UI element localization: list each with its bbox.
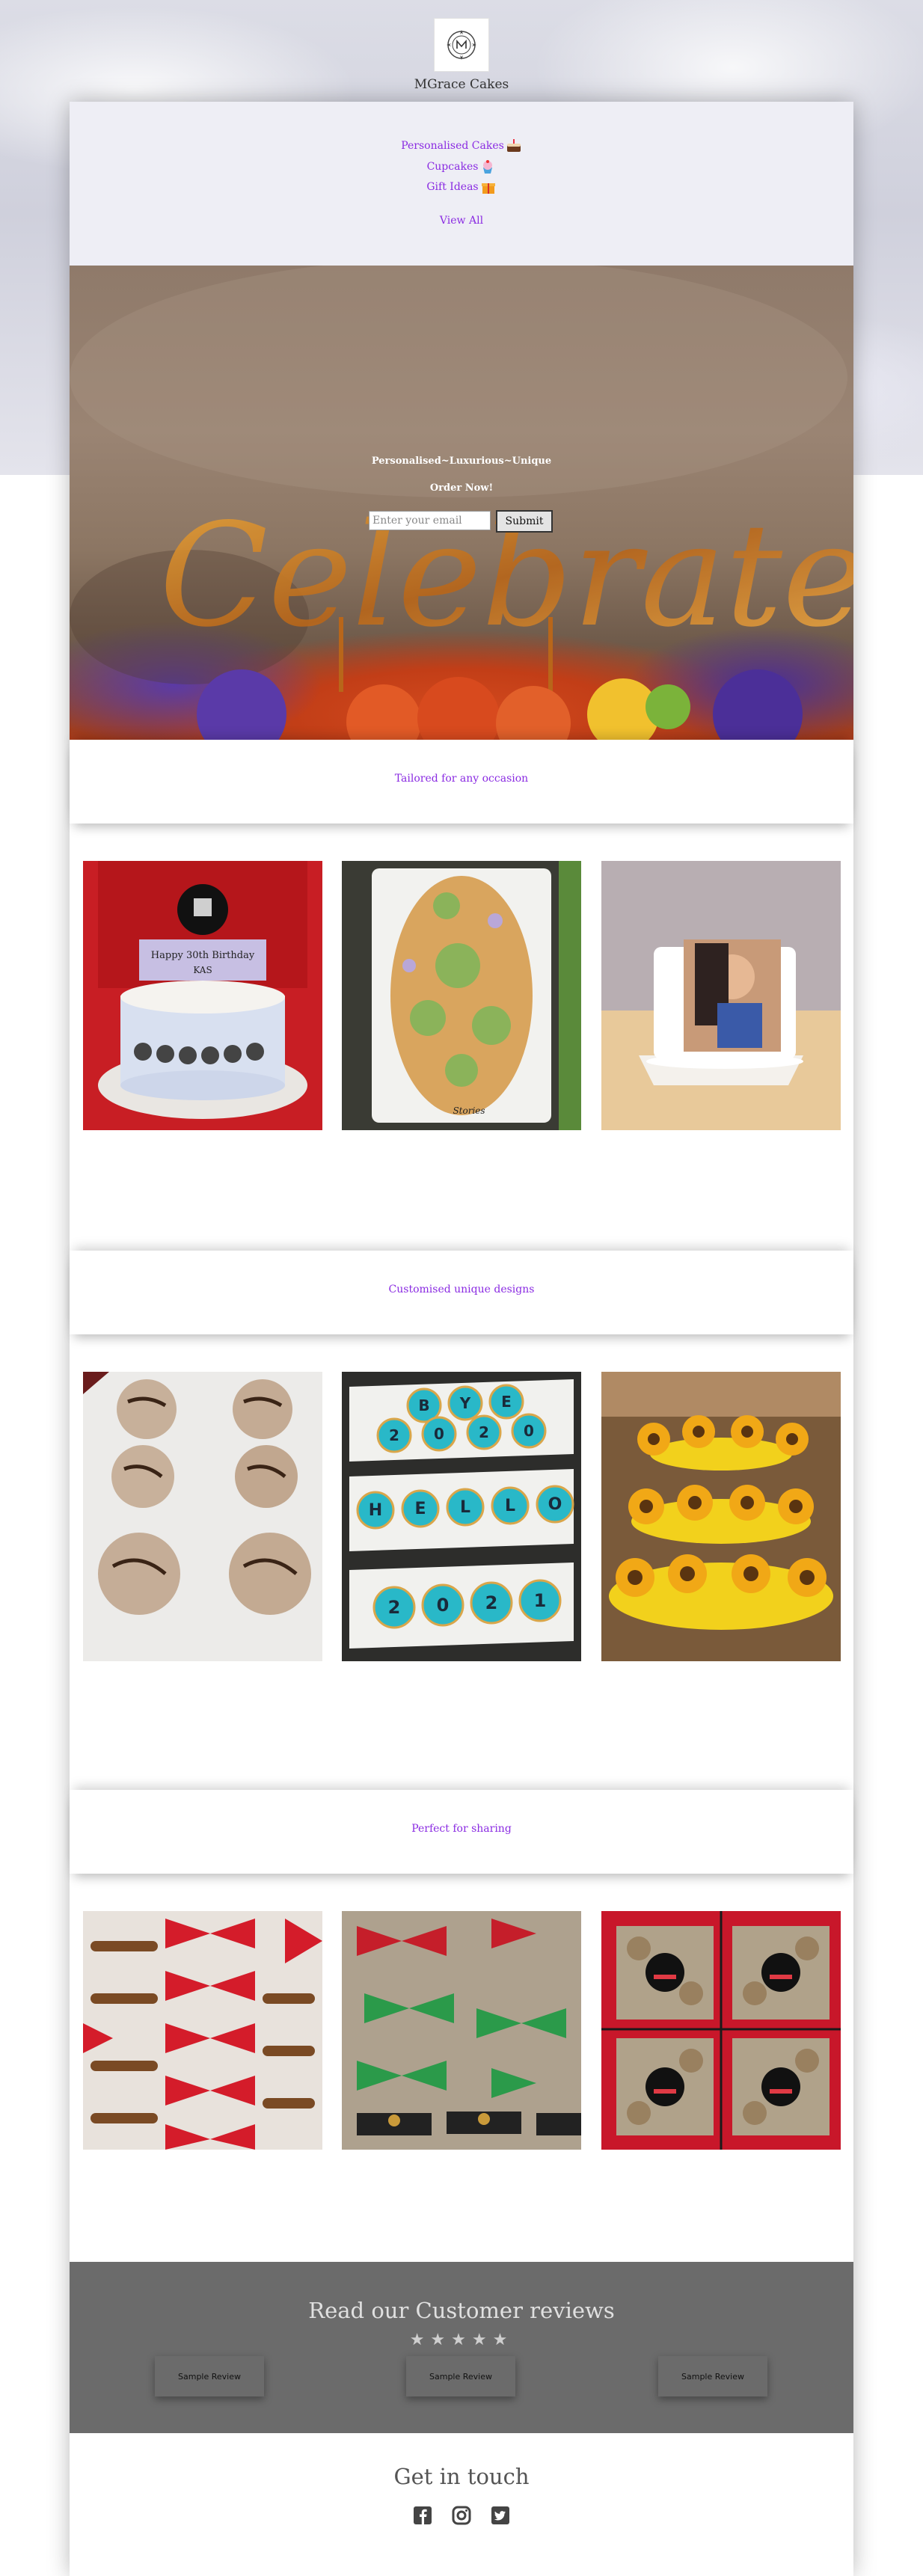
svg-text:B: B	[418, 1396, 429, 1414]
hero-order-now: Order Now!	[429, 482, 494, 494]
review-card[interactable]: Sample Review	[155, 2356, 264, 2396]
nav-item-cupcakes[interactable]: Cupcakes	[70, 159, 853, 174]
svg-text:H: H	[369, 1501, 382, 1520]
svg-text:0: 0	[434, 1425, 444, 1443]
section-title: Tailored for any occasion	[394, 773, 529, 785]
celebrate-topper-image: Celebrate	[70, 266, 853, 740]
review-card[interactable]: Sample Review	[658, 2356, 767, 2396]
cookie-bags-image[interactable]	[342, 1911, 581, 2150]
facebook-icon[interactable]	[412, 2505, 433, 2526]
email-input[interactable]	[369, 511, 491, 530]
svg-text:Stories: Stories	[453, 1105, 485, 1116]
logo-emblem-icon	[447, 30, 476, 60]
nav-menu: Personalised Cakes Cupcakes Gift Ideas V…	[70, 102, 853, 266]
section-title: Customised unique designs	[388, 1284, 535, 1295]
chocolate-pretzels-image[interactable]	[83, 1911, 322, 2150]
reviews-section: Read our Customer reviews ★★★★★ Sample R…	[70, 2262, 853, 2433]
bts-birthday-cake-image[interactable]: Happy 30th Birthday KAS	[83, 861, 322, 1130]
svg-text:2: 2	[485, 1592, 498, 1613]
section-header-tailored: Tailored for any occasion	[70, 740, 853, 824]
nav-item-gift-ideas[interactable]: Gift Ideas	[70, 180, 853, 194]
gift-icon	[481, 183, 495, 194]
nav-item-label: Cupcakes	[426, 161, 479, 173]
view-all-link[interactable]: View All	[70, 215, 853, 227]
section-header-customised: Customised unique designs	[70, 1251, 853, 1334]
twitter-icon[interactable]	[490, 2505, 511, 2526]
section-title: Perfect for sharing	[411, 1823, 512, 1835]
nav-item-label: Personalised Cakes	[401, 140, 504, 152]
svg-text:L: L	[460, 1498, 470, 1517]
svg-text:0: 0	[524, 1422, 534, 1440]
photo-cake-image[interactable]	[601, 861, 841, 1130]
letter-cookies-image[interactable]: B Y E 2 0 2 0 H E L L O 2 0 2 1	[342, 1372, 581, 1661]
submit-button[interactable]: Submit	[496, 510, 553, 533]
svg-text:1: 1	[534, 1590, 547, 1611]
svg-text:2: 2	[388, 1597, 401, 1618]
brand-logo[interactable]	[434, 18, 489, 72]
svg-text:E: E	[414, 1500, 426, 1518]
svg-text:2: 2	[389, 1426, 399, 1444]
chocolate-cupcakes-image[interactable]	[83, 1372, 322, 1661]
rating-stars: ★★★★★	[409, 2331, 514, 2349]
nav-item-personalised-cakes[interactable]: Personalised Cakes	[70, 138, 853, 153]
nav-item-label: Gift Ideas	[426, 181, 479, 193]
review-card[interactable]: Sample Review	[406, 2356, 515, 2396]
svg-text:O: O	[548, 1495, 562, 1514]
hero-tagline: Personalised~Luxurious~Unique	[371, 456, 552, 467]
svg-text:Y: Y	[459, 1394, 471, 1412]
section-header-sharing: Perfect for sharing	[70, 1790, 853, 1874]
cookie-gift-boxes-image[interactable]	[601, 1911, 841, 2150]
svg-text:0: 0	[437, 1595, 450, 1616]
svg-text:2: 2	[479, 1423, 489, 1441]
contact-title: Get in touch	[393, 2464, 530, 2489]
svg-text:KAS: KAS	[193, 965, 212, 975]
svg-text:L: L	[505, 1497, 515, 1515]
svg-text:E: E	[501, 1393, 512, 1411]
reviews-title: Read our Customer reviews	[308, 2298, 615, 2323]
succulent-cookie-cake-image[interactable]: Stories	[342, 861, 581, 1130]
svg-text:Happy 30th Birthday: Happy 30th Birthday	[151, 950, 255, 961]
cupcake-icon	[483, 160, 493, 174]
cake-icon	[506, 139, 521, 152]
brand-name[interactable]: MGrace Cakes	[0, 77, 923, 92]
main-container: Personalised Cakes Cupcakes Gift Ideas V…	[70, 102, 853, 2576]
instagram-icon[interactable]	[451, 2505, 472, 2526]
sunflower-cupcake-tower-image[interactable]	[601, 1372, 841, 1661]
hero-banner: Celebrate Personalised~Luxurious~Unique …	[70, 266, 853, 740]
